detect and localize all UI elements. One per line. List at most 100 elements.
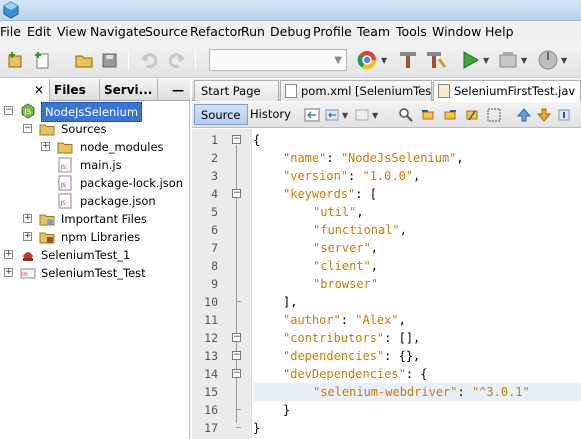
find-previous-icon[interactable]: [420, 107, 436, 123]
menu-navigate[interactable]: Navigate: [90, 24, 146, 39]
menu-window[interactable]: Window: [432, 24, 481, 39]
menu-team[interactable]: Team: [357, 24, 390, 39]
line-number: 13: [204, 349, 218, 363]
menu-debug[interactable]: Debug: [270, 24, 311, 39]
line-number: 14: [204, 367, 218, 381]
svg-text:JS: JS: [60, 182, 67, 189]
menu-view[interactable]: View: [57, 24, 87, 39]
toggle-bookmark-icon[interactable]: [556, 107, 572, 123]
forward-dropdown-icon[interactable]: ▼: [372, 111, 378, 120]
expand-icon[interactable]: +: [4, 268, 13, 277]
fold-toggle-icon[interactable]: −: [232, 369, 241, 378]
build-icon[interactable]: [396, 48, 420, 72]
new-file-icon[interactable]: [30, 48, 54, 72]
tab-services[interactable]: Servi...: [100, 79, 158, 101]
svg-text:JS: JS: [60, 164, 67, 171]
tree-item-important-files[interactable]: + Important Files: [0, 210, 190, 228]
tab-label: SeleniumFirstTest.jav: [454, 84, 576, 98]
line-number: 1: [211, 133, 218, 147]
expand-icon[interactable]: +: [23, 232, 32, 241]
tree-item-nodejsselenium[interactable]: − JS NodeJsSelenium: [0, 102, 190, 122]
menu-profile[interactable]: Profile: [313, 24, 352, 39]
tab-files[interactable]: Files: [50, 79, 100, 101]
debug-icon[interactable]: [496, 48, 520, 72]
fold-toggle-icon[interactable]: −: [232, 351, 241, 360]
run-icon[interactable]: [458, 48, 482, 72]
code-line: "util",: [313, 205, 364, 219]
menu-help[interactable]: Help: [485, 24, 514, 39]
minimize-button[interactable]: —: [158, 79, 190, 101]
fold-toggle-icon[interactable]: −: [232, 189, 241, 198]
undo-icon[interactable]: [137, 48, 161, 72]
tree-item-package-json[interactable]: JS package.json: [0, 192, 190, 210]
save-all-icon[interactable]: [98, 48, 122, 72]
main-toolbar: ▼ ▼ ▼ ▼ ▼: [0, 42, 581, 78]
projects-panel: ✕ Files Servi... — − JS NodeJsSelenium −…: [0, 79, 190, 439]
expand-icon[interactable]: +: [4, 250, 13, 259]
next-bookmark-icon[interactable]: [536, 107, 552, 123]
collapse-icon[interactable]: −: [4, 106, 13, 115]
tab-pom-xml[interactable]: pom.xml [SeleniumTest_2]: [280, 80, 432, 101]
fold-toggle-icon[interactable]: −: [232, 333, 241, 342]
code-line: ],: [283, 295, 298, 309]
menu-refactor[interactable]: Refactor: [190, 24, 242, 39]
tab-projects[interactable]: ✕: [0, 79, 50, 101]
nodejs-project-icon: JS: [21, 103, 35, 119]
history-view-button[interactable]: History: [244, 104, 297, 125]
new-project-icon[interactable]: [4, 48, 28, 72]
forward-icon[interactable]: [354, 107, 370, 123]
browser-icon[interactable]: [355, 48, 379, 72]
menu-source[interactable]: Source: [145, 24, 188, 39]
profile-dropdown-icon[interactable]: ▼: [561, 56, 567, 65]
tree-item-sources[interactable]: − Sources: [0, 120, 190, 138]
tree-item-package-lock-json[interactable]: JS package-lock.json: [0, 174, 190, 192]
line-number: 9: [211, 277, 218, 291]
configuration-select[interactable]: ▼: [209, 49, 347, 71]
back-dropdown-icon[interactable]: ▼: [342, 111, 348, 120]
tree-label: SeleniumTest_1: [41, 248, 131, 262]
menu-file[interactable]: File: [0, 24, 21, 39]
code-line: "author": "Alex",: [283, 313, 406, 327]
tree-label: Sources: [61, 122, 107, 136]
tab-start-page[interactable]: Start Page: [194, 80, 279, 101]
run-dropdown-icon[interactable]: ▼: [483, 56, 489, 65]
collapse-icon[interactable]: −: [23, 124, 32, 133]
browser-dropdown-icon[interactable]: ▼: [381, 56, 387, 65]
code-line: "devDependencies": {: [283, 367, 428, 381]
expand-icon[interactable]: +: [41, 142, 50, 151]
expand-icon[interactable]: +: [23, 214, 32, 223]
maven-project-icon: m: [20, 268, 36, 279]
toggle-highlight-icon[interactable]: [464, 107, 480, 123]
code-editor[interactable]: { "name": "NodeJsSelenium", "version": "…: [253, 129, 581, 439]
redo-icon[interactable]: [165, 48, 189, 72]
previous-bookmark-icon[interactable]: [516, 107, 532, 123]
back-icon[interactable]: [324, 107, 340, 123]
fold-toggle-icon[interactable]: −: [232, 135, 241, 144]
code-line: {: [253, 133, 261, 147]
close-icon[interactable]: ✕: [34, 79, 44, 101]
last-edit-icon[interactable]: [304, 107, 320, 123]
menu-tools[interactable]: Tools: [396, 24, 427, 39]
find-icon[interactable]: [398, 107, 414, 123]
tree-item-seleniumtest-1[interactable]: + SeleniumTest_1: [0, 246, 190, 264]
toggle-rect-selection-icon[interactable]: [486, 107, 502, 123]
open-project-icon[interactable]: [72, 48, 96, 72]
debug-dropdown-icon[interactable]: ▼: [521, 56, 527, 65]
code-line: "server",: [313, 241, 379, 255]
clean-build-icon[interactable]: [424, 48, 448, 72]
line-number-gutter: 1 2 3 4 5 6 7 8 9 10 11 12 13 14 15 16 1…: [192, 129, 252, 439]
menu-edit[interactable]: Edit: [27, 24, 51, 39]
editor-area: Start Page pom.xml [SeleniumTest_2] Sele…: [192, 79, 581, 439]
menu-bar: File Edit View Navigate Source Refactor …: [0, 21, 581, 42]
menu-run[interactable]: Run: [241, 24, 265, 39]
tree-item-node-modules[interactable]: + node_modules: [0, 138, 190, 156]
tree-item-seleniumtest-test[interactable]: + m SeleniumTest_Test: [0, 264, 190, 282]
profile-icon[interactable]: [536, 48, 560, 72]
source-view-button[interactable]: Source: [194, 104, 248, 125]
tree-item-npm-libraries[interactable]: + npm Libraries: [0, 228, 190, 246]
tab-seleniumfirsttest[interactable]: SeleniumFirstTest.jav: [433, 80, 581, 101]
svg-text:JS: JS: [60, 200, 67, 207]
tree-item-main-js[interactable]: JS main.js: [0, 156, 190, 174]
line-number: 8: [211, 259, 218, 273]
find-next-icon[interactable]: [442, 107, 458, 123]
